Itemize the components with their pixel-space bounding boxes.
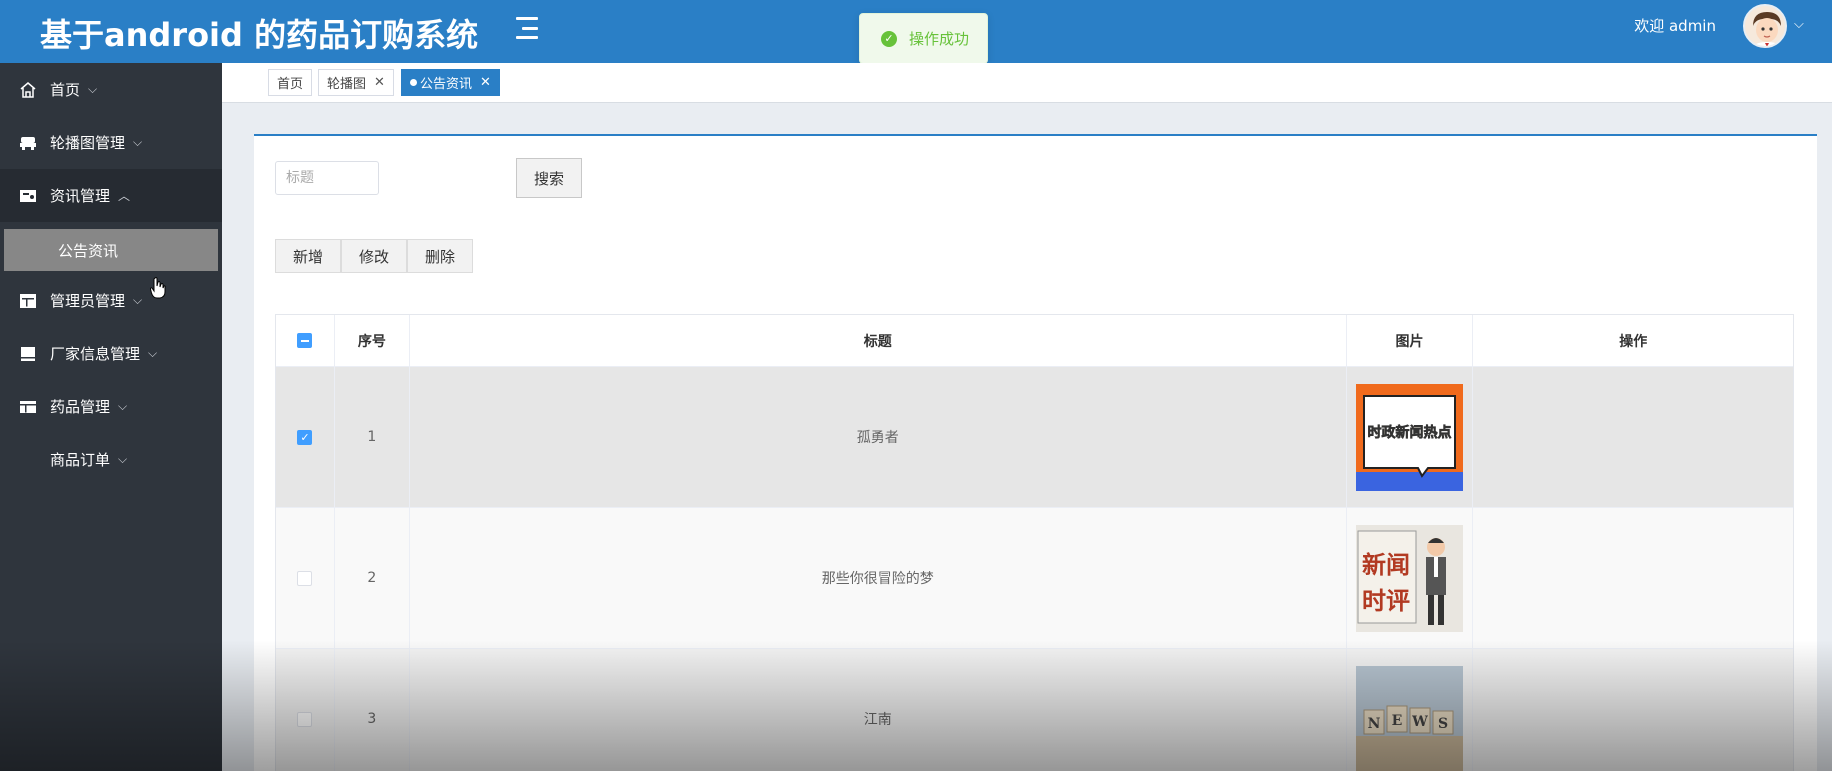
data-table: 序号 标题 图片 操作 ✓ 1 孤勇者 时政新闻热点 2 那些你很冒险的梦 新闻… [275,314,1794,771]
row-checkbox[interactable] [297,711,313,727]
svg-text:E: E [1392,713,1403,729]
tab-label: 首页 [277,77,304,92]
avatar[interactable] [1743,4,1787,48]
close-icon[interactable]: ✕ [374,75,385,90]
header-checkbox-cell [276,315,335,366]
chevron-down-icon: ⌵ [118,399,128,413]
svg-text:时评: 时评 [1362,587,1410,615]
active-dot-icon [410,79,417,86]
table-row[interactable]: ✓ 1 孤勇者 时政新闻热点 [276,367,1793,508]
image-cell: 新闻 时评 [1347,508,1474,648]
sidebar-item-carousel[interactable]: 轮播图管理 ⌵ [0,116,222,169]
sidebar-subitem-announcement[interactable]: 公告资讯 [4,229,218,271]
column-header-no[interactable]: 序号 [334,315,410,366]
sidebar-item-label: 轮播图管理 [50,134,126,152]
tab-label: 轮播图 [327,77,367,92]
close-icon[interactable]: ✕ [480,75,491,90]
tab-home[interactable]: 首页 [268,69,313,96]
column-header-operation[interactable]: 操作 [1473,315,1793,366]
sidebar: 首页 ⌵ 轮播图管理 ⌵ 资讯管理 ︿ 公告资讯 管理员管理 ⌵ 厂家信息管理 … [0,63,222,771]
content-card: 搜索 新增 修改 删除 序号 标题 图片 操作 ✓ 1 孤勇者 [254,134,1817,771]
medicine-icon [18,397,38,417]
chevron-down-icon: ⌵ [148,346,158,360]
row-title: 那些你很冒险的梦 [410,508,1347,648]
row-operation-cell [1473,508,1793,648]
select-all-checkbox[interactable] [297,333,313,348]
row-operation-cell [1473,367,1793,507]
column-header-image[interactable]: 图片 [1346,315,1474,366]
chevron-up-icon: ︿ [118,189,131,203]
tab-carousel[interactable]: 轮播图 ✕ [318,69,394,96]
hand-cursor-icon [149,277,166,303]
row-checkbox[interactable] [297,570,313,586]
sidebar-item-label: 管理员管理 [50,292,126,310]
sidebar-item-home[interactable]: 首页 ⌵ [0,63,222,116]
toast-message: 操作成功 [909,30,970,48]
svg-text:W: W [1411,714,1428,730]
sidebar-item-news[interactable]: 资讯管理 ︿ [0,169,222,222]
home-icon [18,80,38,100]
table-row[interactable]: 3 江南 N E W S [276,649,1793,771]
column-header-title[interactable]: 标题 [409,315,1347,366]
add-button[interactable]: 新增 [275,239,341,273]
chevron-down-icon: ⌵ [118,452,128,466]
tab-bar: 首页 轮播图 ✕ 公告资讯 ✕ [222,63,1832,103]
row-number: 3 [335,649,410,771]
tab-label: 公告资讯 [420,77,473,92]
success-toast: ✓ 操作成功 [859,13,988,64]
factory-icon [18,344,38,364]
sidebar-item-label: 厂家信息管理 [50,345,141,363]
image-cell: N E W S [1347,649,1474,771]
delete-button[interactable]: 删除 [407,239,473,273]
sidebar-item-label: 资讯管理 [50,187,111,205]
news-blocks-thumbnail[interactable]: N E W S [1356,665,1463,771]
chevron-down-icon: ⌵ [88,82,98,96]
image-cell: 时政新闻热点 [1347,367,1474,507]
row-title: 江南 [410,649,1347,771]
edit-button[interactable]: 修改 [341,239,407,273]
app-root: 基于android 的药品订购系统 ✓ 操作成功 欢迎 admin ⌵ 首页 ⌵… [0,0,1832,771]
search-button[interactable]: 搜索 [516,158,582,198]
welcome-text: 欢迎 admin [1634,17,1716,35]
check-circle-icon: ✓ [881,30,897,47]
sidebar-item-orders[interactable]: 商品订单 ⌵ [0,433,222,486]
sidebar-item-medicine[interactable]: 药品管理 ⌵ [0,380,222,433]
admin-icon [18,291,38,311]
table-row[interactable]: 2 那些你很冒险的梦 新闻 时评 [276,508,1793,649]
checkbox-cell [276,649,335,771]
sidebar-item-label: 药品管理 [50,398,111,416]
svg-text:S: S [1438,716,1448,732]
app-title: 基于android 的药品订购系统 [40,16,479,54]
chevron-down-icon: ⌵ [133,293,143,307]
sidebar-item-admins[interactable]: 管理员管理 ⌵ [0,274,222,327]
sidebar-item-label: 商品订单 [50,451,111,469]
row-title: 孤勇者 [410,367,1347,507]
row-number: 1 [335,367,410,507]
thumbnail-text: 时政新闻热点 [1368,424,1452,441]
sidebar-item-factory[interactable]: 厂家信息管理 ⌵ [0,327,222,380]
sidebar-item-label: 首页 [50,81,81,99]
svg-text:新闻: 新闻 [1362,551,1410,579]
table-header-row: 序号 标题 图片 操作 [276,315,1793,367]
news-icon [18,186,38,206]
top-header: 基于android 的药品订购系统 ✓ 操作成功 欢迎 admin ⌵ [0,0,1832,64]
carousel-icon [18,133,38,153]
row-number: 2 [335,508,410,648]
checkbox-cell [276,508,335,648]
chevron-down-icon[interactable]: ⌵ [1794,17,1804,32]
row-operation-cell [1473,649,1793,771]
checkbox-cell: ✓ [276,367,335,507]
news-hot-thumbnail[interactable]: 时政新闻热点 [1356,383,1463,491]
row-checkbox[interactable]: ✓ [297,429,313,445]
svg-text:N: N [1368,716,1381,732]
chevron-down-icon: ⌵ [133,135,143,149]
menu-toggle-icon[interactable] [516,17,538,39]
news-comment-thumbnail[interactable]: 新闻 时评 [1356,524,1463,632]
search-input[interactable] [275,161,379,195]
tab-announcement[interactable]: 公告资讯 ✕ [401,69,500,96]
